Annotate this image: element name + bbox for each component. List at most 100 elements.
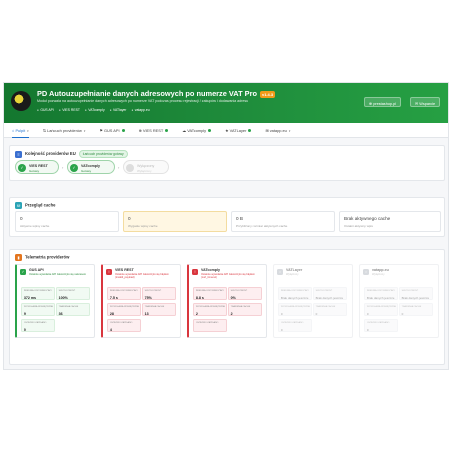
provider-status-text: Ostatnie wywołanie API zakończyło się bł… [201, 272, 255, 279]
stat-label: WYWOŁANIA ZEWNĘTRZNE [366, 305, 397, 308]
provider-stat: SKUTECZNOŚĆ Brak danych jeszcze [399, 287, 434, 300]
stat-value: 7.5 s [109, 295, 118, 300]
check-icon: ✓ [20, 269, 26, 275]
provider-card[interactable]: ! VIES REST Ostatnie wywołanie API zakończ… [101, 264, 181, 338]
stat-value: 13 [144, 311, 149, 316]
stat-value: 28 [109, 311, 114, 316]
provider-stat: OSTATNIO ZAPISANO 0 [21, 319, 56, 332]
provider-name: GUS API [29, 268, 44, 272]
stat-value: 36 [58, 311, 63, 316]
provider-stat: SKUTECZNOŚĆ 0% [228, 287, 263, 300]
website-button[interactable]: ⊕ prestashop.pl [364, 97, 402, 107]
provider-stat: ŚREDNIA ODPOWIEDŹ API 7.5 s [107, 287, 142, 300]
provider-card[interactable]: ○ vatapp.eu Wyłączony ŚREDNIA ODPOWIEDŹ API… [359, 264, 439, 338]
cache-active-box: 0 Aktywne wpisy cache [15, 211, 119, 232]
tab-vatapp[interactable]: ⊞ vatapp.eu ▾ [265, 123, 290, 138]
badge-vies: VIES REST [59, 108, 80, 112]
stat-label: TRAFIENIA CACHE [315, 305, 336, 308]
stat-label: WYWOŁANIA ZEWNĘTRZNE [109, 305, 140, 308]
circle-icon: ○ [277, 269, 283, 275]
check-icon: ✓ [70, 163, 78, 172]
badge-vatlayer: VATlayer [110, 108, 126, 112]
cache-expired-box: 0 Wygasłe wpisy cache [123, 211, 227, 232]
check-icon: ✓ [18, 163, 26, 172]
version-badge: v1.4.3 [259, 90, 276, 98]
stat-value: Brak danych jeszcze [366, 295, 395, 300]
stat-value: 0 [401, 311, 404, 316]
stat-value: 2 [195, 311, 198, 316]
stat-label: ŚREDNIA ODPOWIEDŹ API [366, 289, 395, 292]
tab-gus-api[interactable]: ⚑ GUS API [99, 123, 125, 138]
chain-item-disabled[interactable]: Wyłączony Wyłączony [123, 160, 169, 174]
provider-stat: WYWOŁANIA ZEWNĘTRZNE 9 [21, 303, 56, 316]
tab-dashboard[interactable]: ⌂ Pulpit ▾ [12, 123, 29, 138]
provider-chain-title: ≡ Kolejność providerów EU Łańcuch provider… [15, 150, 128, 158]
stat-label: OSTATNIO ZAPISANO [366, 321, 390, 324]
provider-stat: SKUTECZNOŚĆ 75% [142, 287, 177, 300]
stat-label: SKUTECZNOŚĆ [401, 289, 419, 292]
stat-value: 0 [280, 311, 283, 316]
stat-value: 0% [230, 295, 236, 300]
module-logo [11, 91, 31, 111]
stat-label: ŚREDNIA ODPOWIEDŹ API [109, 289, 138, 292]
stat-value: Brak danych jeszcze [280, 295, 309, 300]
chain-item-vies[interactable]: ✓ VIES REST Gotowy [15, 160, 59, 174]
module-window: PD Autouzupełnianie danych adresowych po… [3, 82, 449, 370]
provider-stat: SKUTECZNOŚĆ Brak danych jeszcze [313, 287, 348, 300]
stat-value: 8.8 s [195, 295, 204, 300]
cache-size-box: 0 B Przybliżony rozmiar aktywnych cache [231, 211, 335, 232]
tab-provider-chain[interactable]: ⇅ Lańcuch providerów ▾ [43, 123, 86, 138]
alert-icon: ! [106, 269, 112, 275]
tab-vies-rest[interactable]: ⊕ VIES REST [139, 123, 169, 138]
stat-label: TRAFIENIA CACHE [401, 305, 422, 308]
chain-item-vatcomply[interactable]: ✓ VATcomply Gotowy [67, 160, 115, 174]
stat-label: SKUTECZNOŚĆ [58, 289, 76, 292]
provider-stat: WYWOŁANIA ZEWNĘTRZNE 28 [107, 303, 142, 316]
stat-value: 100% [58, 295, 68, 300]
tab-bar: ⌂ Pulpit ▾ ⇅ Lańcuch providerów ▾ ⚑ GUS AP… [4, 123, 448, 138]
circle-icon [126, 163, 134, 172]
module-header: PD Autouzupełnianie danych adresowych po… [4, 83, 448, 123]
provider-name: VIES REST [115, 268, 134, 272]
provider-stat: SKUTECZNOŚĆ 100% [56, 287, 91, 300]
stat-value: 0 [280, 327, 283, 332]
provider-stat: OSTATNIO ZAPISANO 0 [278, 319, 313, 332]
provider-stat: OSTATNIO ZAPISANO [193, 319, 228, 332]
list-icon: ≡ [15, 150, 22, 158]
circle-icon: ○ [363, 269, 369, 275]
stat-label: OSTATNIO ZAPISANO [280, 321, 304, 324]
stat-value: 0 [315, 311, 318, 316]
stat-label: WYWOŁANIA ZEWNĘTRZNE [195, 305, 226, 308]
stat-value: 2 [230, 311, 233, 316]
provider-stat: TRAFIENIA CACHE 13 [142, 303, 177, 316]
stat-value: 75% [144, 295, 152, 300]
telemetry-section: ▮ Telemetria providerów ✓ GUS API Ostatnie … [9, 249, 445, 365]
provider-card[interactable]: ! VATcomply Ostatnie wywołanie API zakończ… [187, 264, 267, 338]
provider-stat: ŚREDNIA ODPOWIEDŹ API Brak danych jeszcze [364, 287, 399, 300]
stat-value: 372 ms [23, 295, 37, 300]
provider-card[interactable]: ✓ GUS API Ostatnie wywołanie API zakończył… [15, 264, 95, 338]
stat-label: TRAFIENIA CACHE [230, 305, 251, 308]
stat-label: WYWOŁANIA ZEWNĘTRZNE [23, 305, 54, 308]
chevron-right-icon: › [118, 165, 120, 170]
provider-stat: WYWOŁANIA ZEWNĘTRZNE 0 [278, 303, 313, 316]
provider-card[interactable]: ○ VATLayer Wyłączony ŚREDNIA ODPOWIEDŹ API B… [273, 264, 353, 338]
stat-value: 0 [366, 311, 369, 316]
provider-stat: OSTATNIO ZAPISANO 4 [107, 319, 142, 332]
tab-vatlayer[interactable]: ★ VATLayer [225, 123, 252, 138]
stat-label: WYWOŁANIA ZEWNĘTRZNE [280, 305, 311, 308]
provider-stat: TRAFIENIA CACHE 0 [313, 303, 348, 316]
stat-label: OSTATNIO ZAPISANO [109, 321, 133, 324]
tab-vatcomply[interactable]: ☁ VATcomply [182, 123, 212, 138]
chain-ready-badge: Łańcuch providerów gotowy [78, 150, 128, 158]
provider-status-text: Ostatnie wywołanie API zakończyło się bł… [115, 272, 169, 279]
provider-badges: GUS API VIES REST VATcomply VATlayer vat… [37, 108, 149, 112]
module-subtitle: Moduł pozwala na autouzupełnianie danych… [37, 99, 249, 103]
provider-stat: WYWOŁANIA ZEWNĘTRZNE 2 [193, 303, 228, 316]
stat-label: ŚREDNIA ODPOWIEDŹ API [280, 289, 309, 292]
stat-label: OSTATNIO ZAPISANO [23, 321, 47, 324]
stat-label: SKUTECZNOŚĆ [230, 289, 248, 292]
module-title: PD Autouzupełnianie danych adresowych po… [37, 89, 276, 98]
support-button[interactable]: ✉ Wsparcie [410, 97, 441, 107]
provider-name: VATLayer [286, 268, 303, 272]
